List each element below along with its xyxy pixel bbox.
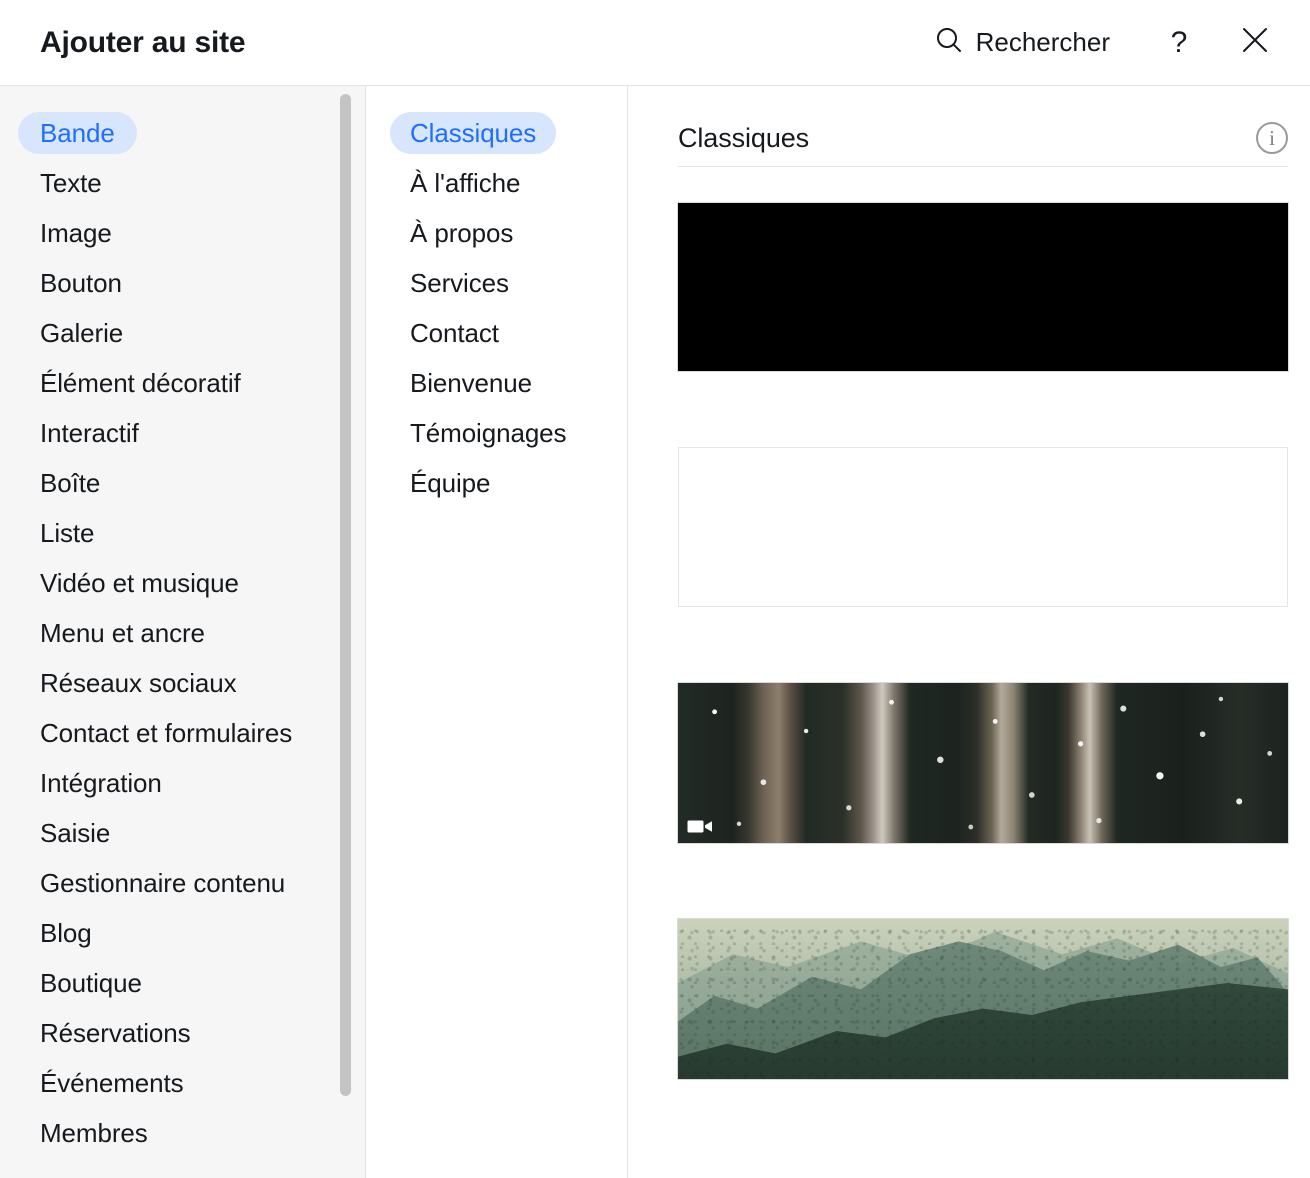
search-button[interactable]: Rechercher (926, 19, 1118, 66)
close-button[interactable] (1228, 16, 1282, 70)
close-x-icon (1240, 25, 1270, 60)
section-panel: Classiques À l'affiche À propos Services Con… (366, 86, 628, 1178)
sidebar-item-saisie[interactable]: Saisie (0, 808, 365, 858)
sidebar-item-label: Texte (40, 167, 102, 198)
search-icon (934, 25, 964, 60)
sidebar-item-contact-et-formulaires[interactable]: Contact et formulaires (0, 708, 365, 758)
section-list: Classiques À l'affiche À propos Services Con… (366, 86, 627, 508)
sidebar-item-label: Galerie (40, 317, 124, 348)
section-item-bienvenue[interactable]: Bienvenue (366, 358, 627, 408)
info-glyph: i (1269, 125, 1275, 150)
section-item-classiques[interactable]: Classiques (366, 108, 627, 158)
sidebar-item-int-gration[interactable]: Intégration (0, 758, 365, 808)
sidebar-item-label: Interactif (40, 417, 139, 448)
sidebar-item-label: Membres (40, 1117, 148, 1148)
sidebar-item-label: Intégration (40, 767, 162, 798)
sidebar-scrollbar-thumb[interactable] (340, 94, 351, 1096)
dialog-body: Bande Texte Image Bouton Galerie Élément déco… (0, 86, 1310, 1178)
content-title: Classiques (678, 122, 810, 153)
category-sidebar: Bande Texte Image Bouton Galerie Élément déco… (0, 86, 366, 1178)
category-list: Bande Texte Image Bouton Galerie Élément déco… (0, 86, 365, 1158)
sidebar-item-l-ment-d-coratif[interactable]: Élément décoratif (0, 358, 365, 408)
page-title: Ajouter au site (40, 25, 246, 59)
strip-thumbnail-list (678, 167, 1288, 1079)
sidebar-item-label: Bande (18, 112, 137, 154)
sidebar-item-label: Boutique (40, 967, 142, 998)
sidebar-item-label: Menu et ancre (40, 617, 205, 648)
sidebar-item-label: Gestionnaire contenu (40, 867, 286, 898)
sidebar-item-label: Vidéo et musique (40, 567, 239, 598)
section-item-label: Bienvenue (410, 367, 532, 398)
sidebar-item-label: Saisie (40, 817, 111, 848)
section-item-label: Classiques (390, 112, 557, 154)
sidebar-item-label: Réservations (40, 1017, 191, 1048)
help-question-icon: ? (1170, 25, 1188, 59)
section-item-label: À propos (410, 217, 514, 248)
sidebar-item-label: Événements (40, 1067, 184, 1098)
strip-thumbnail-black[interactable] (678, 203, 1288, 371)
sidebar-scrollbar-track[interactable] (339, 86, 352, 1178)
help-button[interactable]: ? (1152, 16, 1206, 70)
sidebar-item-bo-te[interactable]: Boîte (0, 458, 365, 508)
sidebar-item-label: Bouton (40, 267, 122, 298)
sidebar-item-label: Contact et formulaires (40, 717, 293, 748)
sidebar-item-label: Liste (40, 517, 95, 548)
sidebar-item-label: Réseaux sociaux (40, 667, 237, 698)
sidebar-item-bouton[interactable]: Bouton (0, 258, 365, 308)
mountain-landscape-image (678, 919, 1288, 1079)
sidebar-item-blog[interactable]: Blog (0, 908, 365, 958)
section-item-l-affiche[interactable]: À l'affiche (366, 158, 627, 208)
sidebar-item-liste[interactable]: Liste (0, 508, 365, 558)
section-item-quipe[interactable]: Équipe (366, 458, 627, 508)
sidebar-item-label: Élément décoratif (40, 367, 241, 398)
info-circle-icon[interactable]: i (1256, 122, 1288, 154)
dialog-header: Ajouter au site Rechercher ? (0, 0, 1310, 86)
strip-thumbnail-blank[interactable] (678, 447, 1288, 607)
strip-thumbnail-snow[interactable] (678, 683, 1288, 843)
section-item-t-moignages[interactable]: Témoignages (366, 408, 627, 458)
section-item-label: Services (410, 267, 509, 298)
video-camera-icon (686, 817, 714, 836)
section-item-label: Contact (410, 317, 499, 348)
sidebar-item-r-seaux-sociaux[interactable]: Réseaux sociaux (0, 658, 365, 708)
sidebar-item-gestionnaire-contenu[interactable]: Gestionnaire contenu (0, 858, 365, 908)
content-panel: Classiques i (628, 86, 1310, 1178)
sidebar-item-interactif[interactable]: Interactif (0, 408, 365, 458)
section-item-contact[interactable]: Contact (366, 308, 627, 358)
sidebar-item-boutique[interactable]: Boutique (0, 958, 365, 1008)
sidebar-item-v-nements[interactable]: Événements (0, 1058, 365, 1108)
sidebar-item-label: Blog (40, 917, 92, 948)
sidebar-item-label: Boîte (40, 467, 101, 498)
sidebar-item-bande[interactable]: Bande (0, 108, 365, 158)
sidebar-item-menu-et-ancre[interactable]: Menu et ancre (0, 608, 365, 658)
add-to-site-dialog: Ajouter au site Rechercher ? Bande Texte… (0, 0, 1310, 1178)
section-item-label: Témoignages (410, 417, 567, 448)
sidebar-item-image[interactable]: Image (0, 208, 365, 258)
strip-thumbnail-mountain[interactable] (678, 919, 1288, 1079)
content-header: Classiques i (678, 86, 1288, 162)
sidebar-item-label: Image (40, 217, 112, 248)
sidebar-item-galerie[interactable]: Galerie (0, 308, 365, 358)
header-actions: Rechercher ? (926, 16, 1282, 70)
sidebar-item-texte[interactable]: Texte (0, 158, 365, 208)
search-label: Rechercher (975, 27, 1110, 57)
forest-texture (678, 919, 1288, 1079)
sidebar-item-r-servations[interactable]: Réservations (0, 1008, 365, 1058)
section-item-label: Équipe (410, 467, 491, 498)
sidebar-item-membres[interactable]: Membres (0, 1108, 365, 1158)
section-item-propos[interactable]: À propos (366, 208, 627, 258)
snowy-forest-image (678, 683, 1288, 843)
sidebar-item-vid-o-et-musique[interactable]: Vidéo et musique (0, 558, 365, 608)
section-item-services[interactable]: Services (366, 258, 627, 308)
section-item-label: À l'affiche (410, 167, 521, 198)
